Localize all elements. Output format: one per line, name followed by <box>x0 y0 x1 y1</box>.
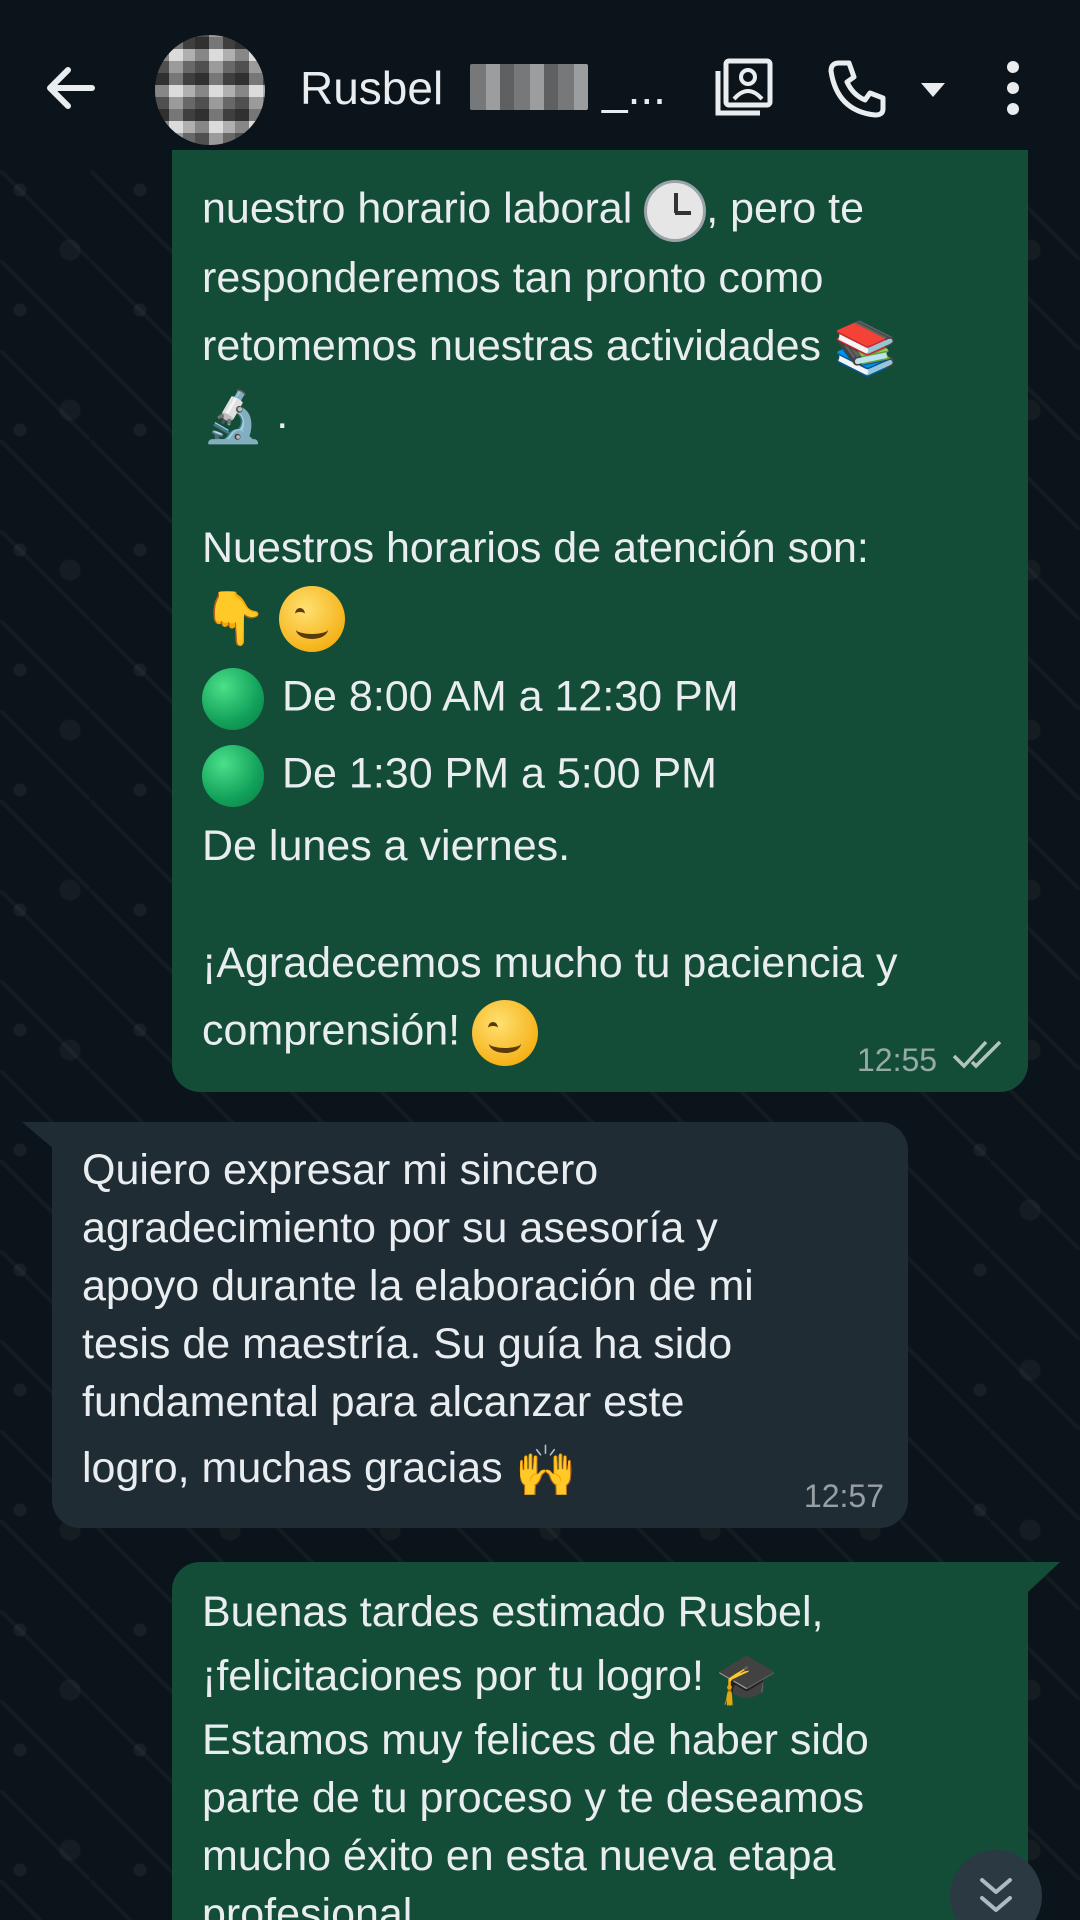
graduation-cap-emoji-icon: 🎓 <box>715 1649 779 1708</box>
message-text-line: apoyo durante la elaboración de mi <box>82 1262 754 1310</box>
whatsapp-chat-screen: Rusbel _... nuestro horario laboral , pe… <box>0 0 1080 1920</box>
caret-down-icon[interactable] <box>915 55 951 121</box>
arrow-left-icon[interactable] <box>40 58 100 118</box>
message-text-line: responderemos tan pronto como <box>202 254 824 302</box>
avatar[interactable] <box>155 35 265 145</box>
message-text-line: Buenas tardes estimado Rusbel, <box>202 1588 824 1636</box>
message-bubble-incoming[interactable]: Quiero expresar mi sincero agradecimient… <box>52 1122 908 1528</box>
chat-header: Rusbel _... <box>0 0 1080 170</box>
message-text-line: . <box>276 390 289 438</box>
green-circle-emoji-icon <box>202 668 264 730</box>
message-text-line: comprensión! <box>202 1006 461 1055</box>
microscope-emoji-icon: 🔬 <box>202 387 265 446</box>
message-text-line: parte de tu proceso y te deseamos <box>202 1774 865 1822</box>
contact-name-suffix[interactable]: _... <box>602 58 666 118</box>
message-text-line: De 8:00 AM a 12:30 PM <box>282 672 739 721</box>
message-text-line: De lunes a viernes. <box>202 822 571 870</box>
smiling-face-emoji-icon <box>472 1000 539 1066</box>
more-vertical-icon[interactable] <box>990 55 1036 121</box>
message-text-line: ¡Agradecemos mucho tu paciencia y <box>202 939 898 987</box>
books-emoji-icon: 📚 <box>832 318 898 379</box>
message-text-line: agradecimiento por su asesoría y <box>82 1204 718 1252</box>
message-text-line: logro, muchas gracias <box>82 1444 503 1492</box>
message-text-line: ¡felicitaciones por tu logro! <box>202 1652 704 1700</box>
message-text-line: nuestro horario laboral <box>202 184 633 233</box>
double-chevron-down-icon <box>980 1878 1012 1912</box>
phone-icon[interactable] <box>825 55 891 121</box>
message-text-line: tesis de maestría. Su guía ha sido <box>82 1320 733 1368</box>
message-text-line: fundamental para alcanzar este <box>82 1378 685 1426</box>
raised-hands-emoji-icon: 🙌 <box>514 1441 577 1500</box>
message-bubble-outgoing[interactable]: Buenas tardes estimado Rusbel, ¡felicita… <box>172 1562 1028 1920</box>
message-bubble-outgoing[interactable]: nuestro horario laboral , pero te respon… <box>172 150 1028 1092</box>
message-timestamp: 12:57 <box>803 1478 884 1514</box>
message-text-line: profesional. <box>202 1890 425 1920</box>
message-timestamp: 12:55 <box>857 1042 938 1078</box>
message-text-line: De 1:30 PM a 5:00 PM <box>282 749 717 798</box>
double-check-read-icon <box>952 1040 1002 1069</box>
message-text-line: Estamos muy felices de haber sido <box>202 1716 869 1764</box>
message-text-line: mucho éxito en esta nueva etapa <box>202 1832 836 1880</box>
green-circle-emoji-icon <box>202 745 264 807</box>
bubble-tail-outgoing <box>1028 1562 1060 1592</box>
point-down-emoji-icon: 👇 <box>202 589 267 649</box>
redacted-name-block <box>470 64 588 110</box>
contact-card-icon[interactable] <box>712 55 778 121</box>
clock-emoji-icon <box>644 180 707 242</box>
message-text-line: retomemos nuestras actividades <box>202 322 822 370</box>
message-text-line: , pero te <box>706 184 864 233</box>
contact-name[interactable]: Rusbel <box>300 58 443 118</box>
message-text-line: Quiero expresar mi sincero <box>82 1146 599 1194</box>
smiling-face-emoji-icon <box>278 586 345 652</box>
message-text-line: Nuestros horarios de atención son: <box>202 524 869 572</box>
